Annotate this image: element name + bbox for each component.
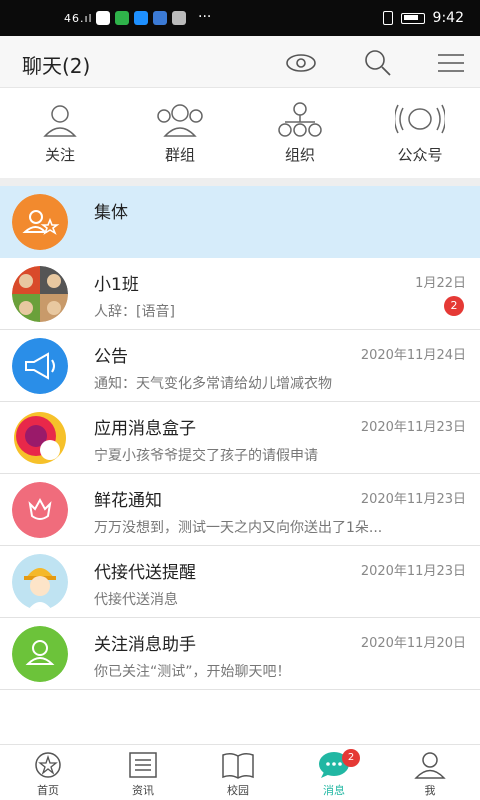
- worker-avatar: [12, 554, 68, 610]
- tab-label: 校园: [227, 784, 249, 797]
- group-icon: [157, 104, 203, 137]
- chat-row-flower[interactable]: 鲜花通知 万万没想到，测试一天之内又向你送出了1朵... 2020年11月23日: [0, 474, 480, 546]
- chat-row-collective[interactable]: 集体: [0, 186, 480, 258]
- chat-row-class[interactable]: 小1班 人辞：[语音] 1月22日 2: [0, 258, 480, 330]
- chat-name: 代接代送提醒: [94, 563, 196, 583]
- quick-action-label: 公众号: [397, 146, 443, 164]
- quick-action-label: 组织: [284, 146, 315, 164]
- battery-icon: [400, 12, 425, 24]
- app-notif-icon: [115, 11, 129, 25]
- quick-action-official-account[interactable]: 公众号: [380, 102, 460, 165]
- vibrate-icon: [382, 11, 393, 25]
- chat-last-message: 万万没想到，测试一天之内又向你送出了1朵...: [94, 520, 383, 536]
- broadcast-icon: [395, 104, 445, 134]
- tab-label: 我: [424, 784, 436, 797]
- page-title: 聊天(2): [22, 54, 91, 78]
- quick-action-follow[interactable]: 关注: [20, 102, 100, 165]
- quick-action-label: 关注: [44, 146, 75, 164]
- chat-name: 小1班: [94, 275, 139, 295]
- follow-assistant-icon: [12, 626, 68, 682]
- chat-row-follow-assistant[interactable]: 关注消息助手 你已关注“测试”，开始聊天吧！ 2020年11月20日: [0, 618, 480, 690]
- menu-icon[interactable]: [436, 48, 466, 78]
- chat-last-message: 你已关注“测试”，开始聊天吧！: [94, 664, 291, 680]
- chat-name: 鲜花通知: [94, 491, 162, 511]
- book-icon: [222, 752, 254, 779]
- tab-news[interactable]: 资讯: [111, 751, 175, 798]
- flower-icon: [12, 482, 68, 538]
- profile-icon: [414, 752, 446, 779]
- chat-last-message: 通知：天气变化多常请给幼儿增减衣物: [94, 376, 332, 392]
- message-notif-icon: [153, 11, 167, 25]
- person-icon: [43, 105, 77, 137]
- chat-name: 应用消息盒子: [94, 419, 196, 439]
- chat-last-message: 宁夏小孩爷爷提交了孩子的请假申请: [94, 448, 318, 464]
- tab-messages[interactable]: 2 消息: [302, 749, 366, 798]
- chat-date: 2020年11月23日: [360, 492, 466, 507]
- org-icon: [278, 102, 322, 137]
- app-header: 聊天(2): [0, 36, 480, 88]
- notification-icons: [96, 11, 186, 25]
- chat-row-pickup[interactable]: 代接代送提醒 代接代送消息 2020年11月23日: [0, 546, 480, 618]
- search-icon[interactable]: [362, 48, 392, 78]
- tab-label: 首页: [37, 784, 59, 797]
- star-home-icon: [35, 752, 61, 778]
- unread-badge: 2: [444, 296, 464, 316]
- clock: 9:42: [432, 10, 464, 26]
- quick-action-group[interactable]: 群组: [140, 102, 220, 165]
- bottom-tab-bar: 首页 资讯 校园 2 消息 我: [0, 744, 480, 800]
- collective-icon: [12, 194, 68, 250]
- chat-last-message: 人辞：[语音]: [94, 304, 175, 320]
- app-notif-icon: [134, 11, 148, 25]
- quick-action-label: 群组: [164, 146, 195, 164]
- chat-list: 集体 小1班 人辞：[语音] 1月22日 2 公告 通知：天气变化多常请给幼儿增…: [0, 186, 480, 690]
- chat-last-message: 代接代送消息: [94, 592, 178, 608]
- chat-date: 2020年11月20日: [360, 636, 466, 651]
- shield-icon: [172, 11, 186, 25]
- megaphone-icon: [12, 338, 68, 394]
- tab-label: 消息: [323, 784, 345, 797]
- app-box-icon: [14, 412, 66, 464]
- chat-date: 2020年11月23日: [360, 420, 466, 435]
- chat-date: 2020年11月23日: [360, 564, 466, 579]
- tab-me[interactable]: 我: [398, 751, 462, 798]
- tab-campus[interactable]: 校园: [206, 751, 270, 798]
- divider: [0, 178, 480, 186]
- tab-label: 资讯: [132, 784, 154, 797]
- more-notifications-icon: ···: [198, 9, 212, 25]
- chat-date: 2020年11月24日: [360, 348, 466, 363]
- eye-icon[interactable]: [286, 48, 316, 78]
- status-bar: 46.ıl ··· 9:42: [0, 0, 480, 36]
- chat-name: 公告: [94, 347, 128, 367]
- class-avatar: [12, 266, 68, 322]
- tab-home[interactable]: 首页: [16, 751, 80, 798]
- chat-row-announcement[interactable]: 公告 通知：天气变化多常请给幼儿增减衣物 2020年11月24日: [0, 330, 480, 402]
- quick-action-org[interactable]: 组织: [260, 102, 340, 165]
- unread-badge: 2: [342, 749, 360, 767]
- signal-icon: 46.ıl: [64, 12, 93, 25]
- chat-date: 1月22日: [415, 276, 466, 291]
- chat-name: 关注消息助手: [94, 635, 196, 655]
- chat-row-app-messages[interactable]: 应用消息盒子 宁夏小孩爷爷提交了孩子的请假申请 2020年11月23日: [0, 402, 480, 474]
- chat-name: 集体: [94, 203, 128, 223]
- sync-icon: [96, 11, 110, 25]
- quick-actions: 关注 群组 组织 公众号: [0, 88, 480, 178]
- news-list-icon: [129, 752, 157, 778]
